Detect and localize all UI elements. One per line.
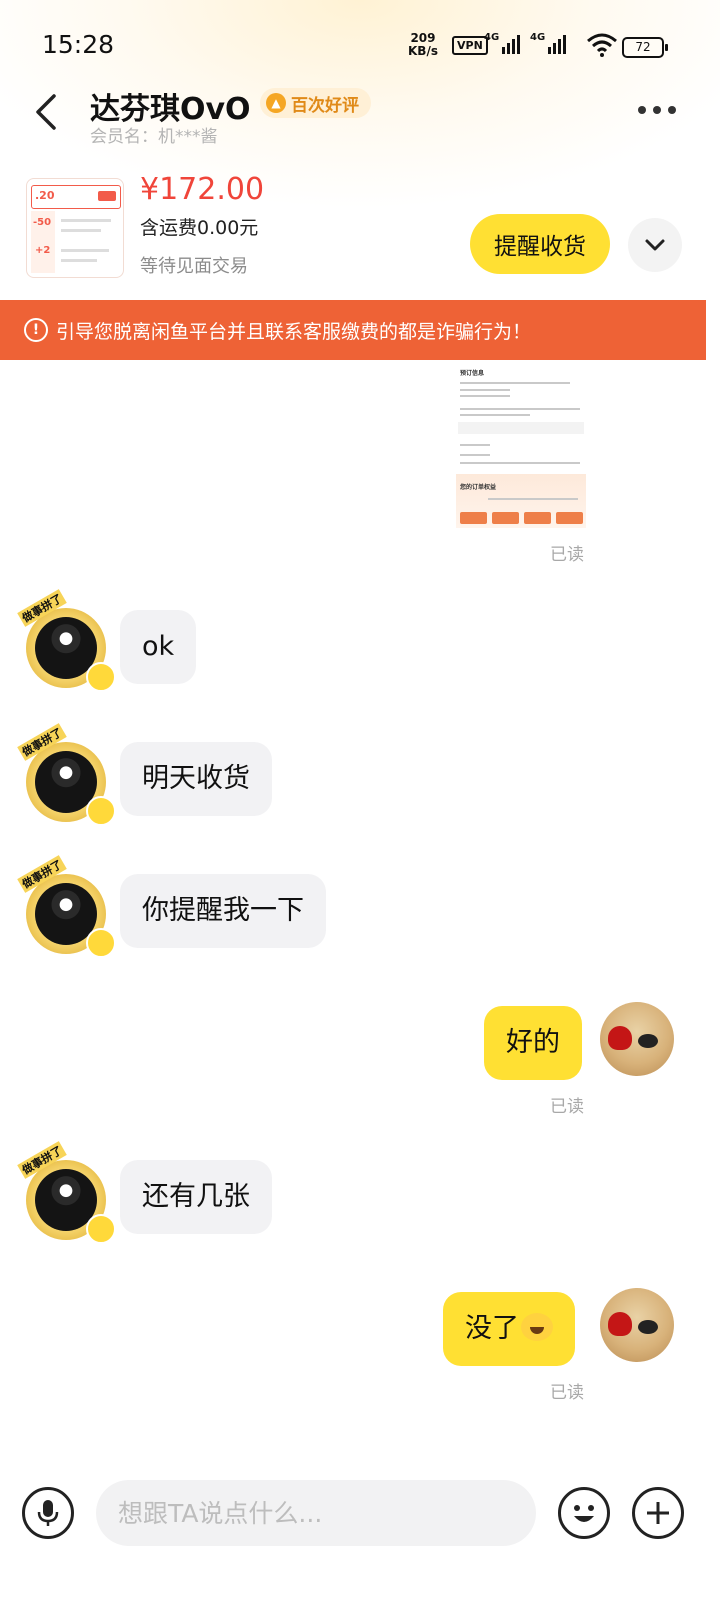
- network-type-label-2: 4G: [530, 32, 546, 43]
- product-price: ¥172.00: [140, 172, 265, 207]
- chevron-down-icon: [645, 239, 665, 251]
- shared-image-title: 预订信息: [460, 370, 485, 377]
- network-type-label: 4G: [484, 32, 500, 43]
- emoji-button[interactable]: [558, 1487, 610, 1539]
- contact-avatar[interactable]: 做事拼了: [17, 855, 116, 960]
- thumb-text: +2: [35, 245, 51, 256]
- rose-icon: [608, 1026, 632, 1050]
- member-name: 会员名：机***酱: [90, 127, 218, 147]
- message-bubble-incoming[interactable]: 还有几张: [120, 1160, 272, 1234]
- message-bubble-incoming[interactable]: 明天收货: [120, 742, 272, 816]
- shared-image-message[interactable]: 预订信息 您的订单权益: [454, 362, 588, 528]
- read-receipt: 已读: [550, 1383, 584, 1403]
- contact-avatar[interactable]: 做事拼了: [17, 723, 116, 828]
- back-arrow-icon[interactable]: [30, 92, 66, 132]
- message-bubble-outgoing[interactable]: 没了: [443, 1292, 575, 1366]
- message-text: 没了: [465, 1313, 519, 1344]
- rating-badge: ▲ 百次好评: [260, 88, 371, 118]
- signal-icon: 4G: [484, 32, 521, 54]
- more-actions-button[interactable]: [632, 1487, 684, 1539]
- status-bar: 15:28 209 KB/s VPN 4G 4G 72: [0, 0, 720, 90]
- trade-status: 等待见面交易: [140, 256, 248, 277]
- voice-input-button[interactable]: [22, 1487, 74, 1539]
- message-bubble-incoming[interactable]: 你提醒我一下: [120, 874, 326, 948]
- microphone-icon: [37, 1500, 59, 1526]
- read-receipt: 已读: [550, 1097, 584, 1117]
- thumb-text: .20: [35, 189, 55, 202]
- network-speed: 209 KB/s: [408, 32, 438, 58]
- thumb-text: -50: [33, 217, 52, 228]
- remind-receipt-button[interactable]: 提醒收货: [470, 214, 610, 274]
- thumbs-up-icon: ▲: [266, 93, 286, 113]
- message-bubble-incoming[interactable]: ok: [120, 610, 197, 684]
- my-avatar[interactable]: [600, 1288, 674, 1362]
- my-avatar[interactable]: [600, 1002, 674, 1076]
- more-options-icon[interactable]: [638, 106, 676, 114]
- read-receipt: 已读: [550, 545, 584, 565]
- plus-icon: [647, 1502, 669, 1524]
- fraud-warning-banner: ! 引导您脱离闲鱼平台并且联系客服缴费的都是诈骗行为！: [0, 300, 706, 360]
- shipping-fee: 含运费0.00元: [140, 217, 259, 239]
- status-time: 15:28: [42, 30, 115, 59]
- warning-icon: !: [24, 318, 48, 342]
- vpn-indicator: VPN: [452, 36, 488, 55]
- contact-avatar[interactable]: 做事拼了: [17, 1141, 116, 1246]
- expand-button[interactable]: [628, 218, 682, 272]
- smiley-icon: [574, 1505, 594, 1522]
- battery-icon: 72: [622, 37, 668, 58]
- network-speed-unit: KB/s: [408, 44, 438, 58]
- shared-image-section: 您的订单权益: [460, 484, 497, 491]
- warning-text: 引导您脱离闲鱼平台并且联系客服缴费的都是诈骗行为！: [56, 320, 532, 343]
- contact-avatar[interactable]: 做事拼了: [17, 589, 116, 694]
- product-thumbnail[interactable]: .20 -50 +2: [26, 178, 124, 278]
- message-bubble-outgoing[interactable]: 好的: [484, 1006, 582, 1080]
- message-input[interactable]: [96, 1480, 536, 1546]
- wifi-icon: [587, 33, 617, 57]
- rose-icon: [608, 1312, 632, 1336]
- signal-icon-2: 4G: [530, 32, 567, 54]
- laughing-crying-emoji-icon: [521, 1313, 553, 1341]
- rating-badge-label: 百次好评: [291, 95, 359, 116]
